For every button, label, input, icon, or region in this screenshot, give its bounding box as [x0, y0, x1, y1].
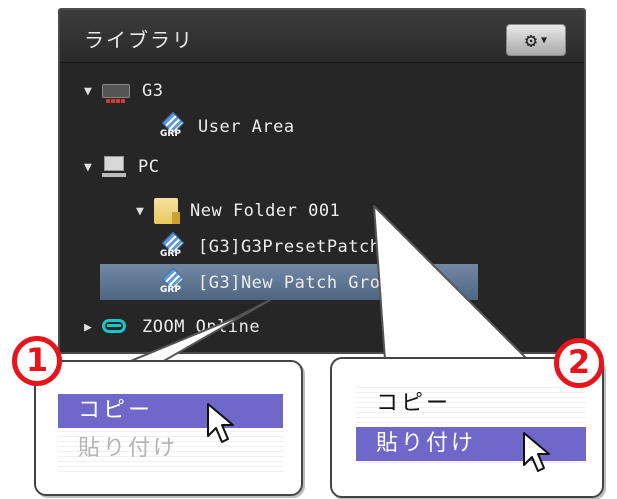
- callout-2-pointer: [373, 205, 541, 373]
- menu-item-paste[interactable]: 貼り付け: [58, 432, 283, 466]
- mouse-cursor-icon: [207, 403, 234, 443]
- menu-item-copy[interactable]: コピー: [356, 387, 586, 421]
- step-badge-2: 2: [554, 338, 604, 388]
- mouse-cursor-icon: [523, 432, 550, 472]
- context-menu-callout-1: コピー 貼り付け: [34, 360, 303, 496]
- menu-item-copy[interactable]: コピー: [58, 394, 283, 428]
- step-badge-1: 1: [12, 336, 62, 386]
- context-menu: コピー 貼り付け: [58, 392, 283, 472]
